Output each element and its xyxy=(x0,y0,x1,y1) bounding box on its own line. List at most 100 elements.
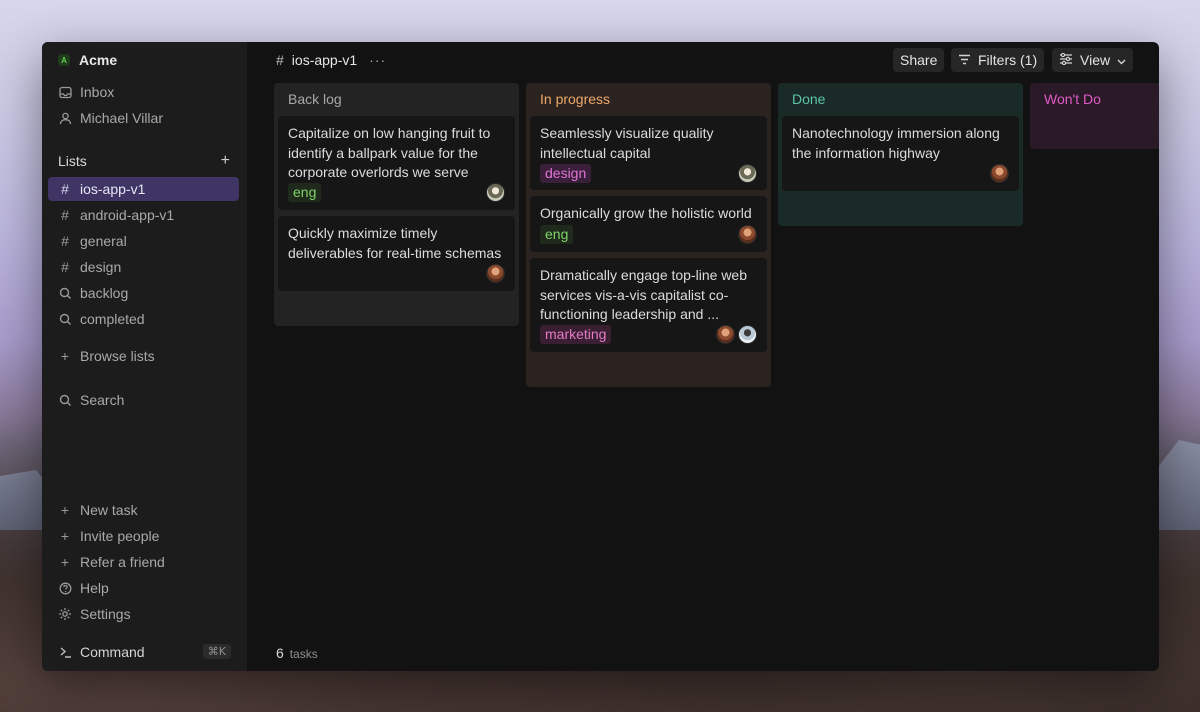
plus-icon: + xyxy=(60,528,70,544)
hash-icon: # xyxy=(61,233,69,249)
task-card[interactable]: Capitalize on low hanging fruit to ident… xyxy=(278,116,515,210)
help-button[interactable]: Help xyxy=(48,576,239,600)
share-button[interactable]: Share xyxy=(893,48,945,72)
tag-eng: eng xyxy=(288,183,322,202)
sidebar-item-label: ios-app-v1 xyxy=(80,181,146,197)
avatar xyxy=(738,325,757,344)
sidebar-item-backlog[interactable]: backlog xyxy=(48,281,239,305)
avatar xyxy=(486,183,505,202)
task-title: Quickly maximize timely deliverables for… xyxy=(288,225,502,261)
workspace-name: Acme xyxy=(79,52,118,68)
task-count-label: tasks xyxy=(289,647,318,661)
tag-design: design xyxy=(540,164,592,183)
column-title: Won't Do xyxy=(1044,91,1101,107)
sidebar-item-label: design xyxy=(80,259,122,275)
task-card[interactable]: Organically grow the holistic world eng xyxy=(530,196,767,252)
sidebar-item-label: Browse lists xyxy=(80,348,155,364)
task-title: Seamlessly visualize quality intellectua… xyxy=(540,125,714,161)
tag-marketing: marketing xyxy=(540,325,612,344)
command-button[interactable]: Command ⌘K xyxy=(48,640,239,664)
column-done: Done Nanotechnology immersion along the … xyxy=(778,83,1023,226)
sidebar-item-general[interactable]: # general xyxy=(48,229,239,253)
sidebar-item-ios-app-v1[interactable]: # ios-app-v1 xyxy=(48,177,239,201)
list-title: # ios-app-v1 ··· xyxy=(276,52,386,68)
sidebar-item-label: completed xyxy=(80,311,145,327)
sidebar-item-design[interactable]: # design xyxy=(48,255,239,279)
sidebar-item-michael-villar[interactable]: Michael Villar xyxy=(48,106,239,130)
avatar xyxy=(738,225,757,244)
search-icon xyxy=(58,394,72,407)
inbox-icon xyxy=(58,86,72,99)
more-options-icon[interactable]: ··· xyxy=(369,52,386,68)
hash-icon: # xyxy=(61,259,69,275)
new-task-button[interactable]: + New task xyxy=(48,498,239,522)
command-shortcut: ⌘K xyxy=(202,644,231,659)
sidebar-item-label: backlog xyxy=(80,285,129,301)
sidebar-item-inbox[interactable]: Inbox xyxy=(48,80,239,104)
sidebar-item-label: Inbox xyxy=(80,84,115,100)
lists-header: Lists + xyxy=(58,152,230,170)
add-list-icon[interactable]: + xyxy=(221,152,230,170)
plus-icon: + xyxy=(60,502,70,518)
avatar xyxy=(990,164,1009,183)
avatar xyxy=(738,164,757,183)
task-card[interactable]: Nanotechnology immersion along the infor… xyxy=(782,116,1019,191)
task-count-number: 6 xyxy=(276,645,284,661)
column-in-progress: In progress Seamlessly visualize quality… xyxy=(526,83,771,387)
workspace-switcher[interactable]: A Acme xyxy=(58,52,117,68)
sidebar-item-label: Refer a friend xyxy=(80,554,165,570)
workspace-badge: A xyxy=(58,54,70,66)
sidebar-item-label: general xyxy=(80,233,127,249)
sidebar-item-label: Michael Villar xyxy=(80,110,163,126)
filters-button[interactable]: Filters (1) xyxy=(951,48,1045,72)
view-button[interactable]: View xyxy=(1052,48,1134,72)
task-title: Nanotechnology immersion along the infor… xyxy=(792,125,1000,161)
view-label: View xyxy=(1080,52,1111,68)
task-title: Organically grow the holistic world xyxy=(540,205,752,221)
hash-icon: # xyxy=(276,52,284,68)
command-icon xyxy=(58,646,72,659)
tag-eng: eng xyxy=(540,225,574,244)
lists-heading: Lists xyxy=(58,153,87,169)
task-title: Dramatically engage top-line web service… xyxy=(540,267,747,322)
plus-icon: + xyxy=(60,348,70,364)
user-icon xyxy=(58,112,72,125)
column-title: In progress xyxy=(540,91,611,107)
sidebar-item-label: New task xyxy=(80,502,138,518)
task-card[interactable]: Quickly maximize timely deliverables for… xyxy=(278,216,515,291)
page-title: ios-app-v1 xyxy=(291,52,358,68)
board-header: # ios-app-v1 ··· Share Filters (1) View xyxy=(247,42,1159,82)
settings-button[interactable]: Settings xyxy=(48,602,239,626)
task-count: 6 tasks xyxy=(276,645,318,661)
filters-label: Filters (1) xyxy=(978,52,1038,68)
column-wont-do: Won't Do xyxy=(1030,83,1159,149)
command-label: Command xyxy=(80,644,145,660)
refer-friend-button[interactable]: + Refer a friend xyxy=(48,550,239,574)
sidebar-item-label: Search xyxy=(80,392,125,408)
gear-icon xyxy=(58,607,72,621)
sidebar-item-label: Settings xyxy=(80,606,131,622)
search-button[interactable]: Search xyxy=(48,388,239,412)
search-icon xyxy=(58,313,72,326)
sidebar-item-completed[interactable]: completed xyxy=(48,307,239,331)
sliders-icon xyxy=(1059,52,1073,68)
board-area: # ios-app-v1 ··· Share Filters (1) View xyxy=(247,42,1159,671)
chevron-down-icon xyxy=(1117,52,1126,68)
invite-people-button[interactable]: + Invite people xyxy=(48,524,239,548)
search-icon xyxy=(58,287,72,300)
task-title: Capitalize on low hanging fruit to ident… xyxy=(288,125,491,180)
task-card[interactable]: Dramatically engage top-line web service… xyxy=(530,258,767,352)
task-card[interactable]: Seamlessly visualize quality intellectua… xyxy=(530,116,767,190)
sidebar: A Acme Inbox Michael Villar Lists + # io… xyxy=(42,42,247,671)
share-label: Share xyxy=(900,52,938,68)
browse-lists-button[interactable]: + Browse lists xyxy=(48,344,239,368)
column-title: Done xyxy=(792,91,826,107)
avatar xyxy=(486,264,505,283)
avatar xyxy=(716,325,735,344)
sidebar-item-label: Help xyxy=(80,580,109,596)
help-icon xyxy=(58,582,72,595)
hash-icon: # xyxy=(61,181,69,197)
column-title: Back log xyxy=(288,91,342,107)
plus-icon: + xyxy=(60,554,70,570)
sidebar-item-android-app-v1[interactable]: # android-app-v1 xyxy=(48,203,239,227)
